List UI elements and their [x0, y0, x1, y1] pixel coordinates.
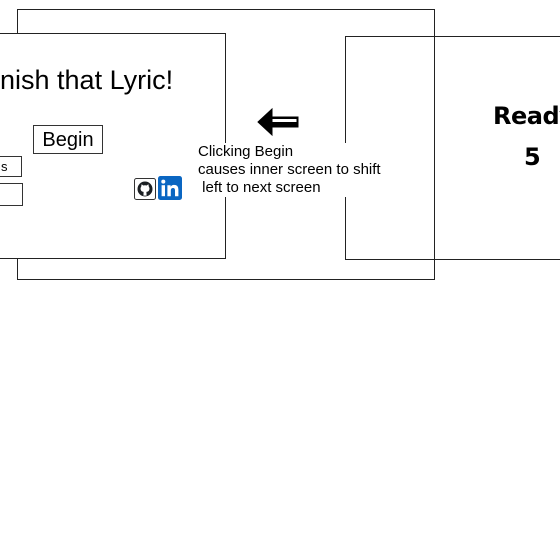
text-field-top[interactable]: s — [0, 156, 22, 177]
ready-heading: Ready — [493, 102, 560, 130]
github-icon[interactable] — [134, 178, 156, 200]
countdown-number: 5 — [524, 143, 541, 171]
app-title: nish that Lyric! — [0, 65, 174, 95]
left-arrow-icon — [257, 107, 299, 137]
begin-button[interactable]: Begin — [33, 125, 103, 154]
linkedin-icon[interactable] — [158, 176, 182, 200]
annotation-caption: Clicking Begin causes inner screen to sh… — [197, 143, 382, 197]
text-field-bottom[interactable] — [0, 183, 23, 206]
